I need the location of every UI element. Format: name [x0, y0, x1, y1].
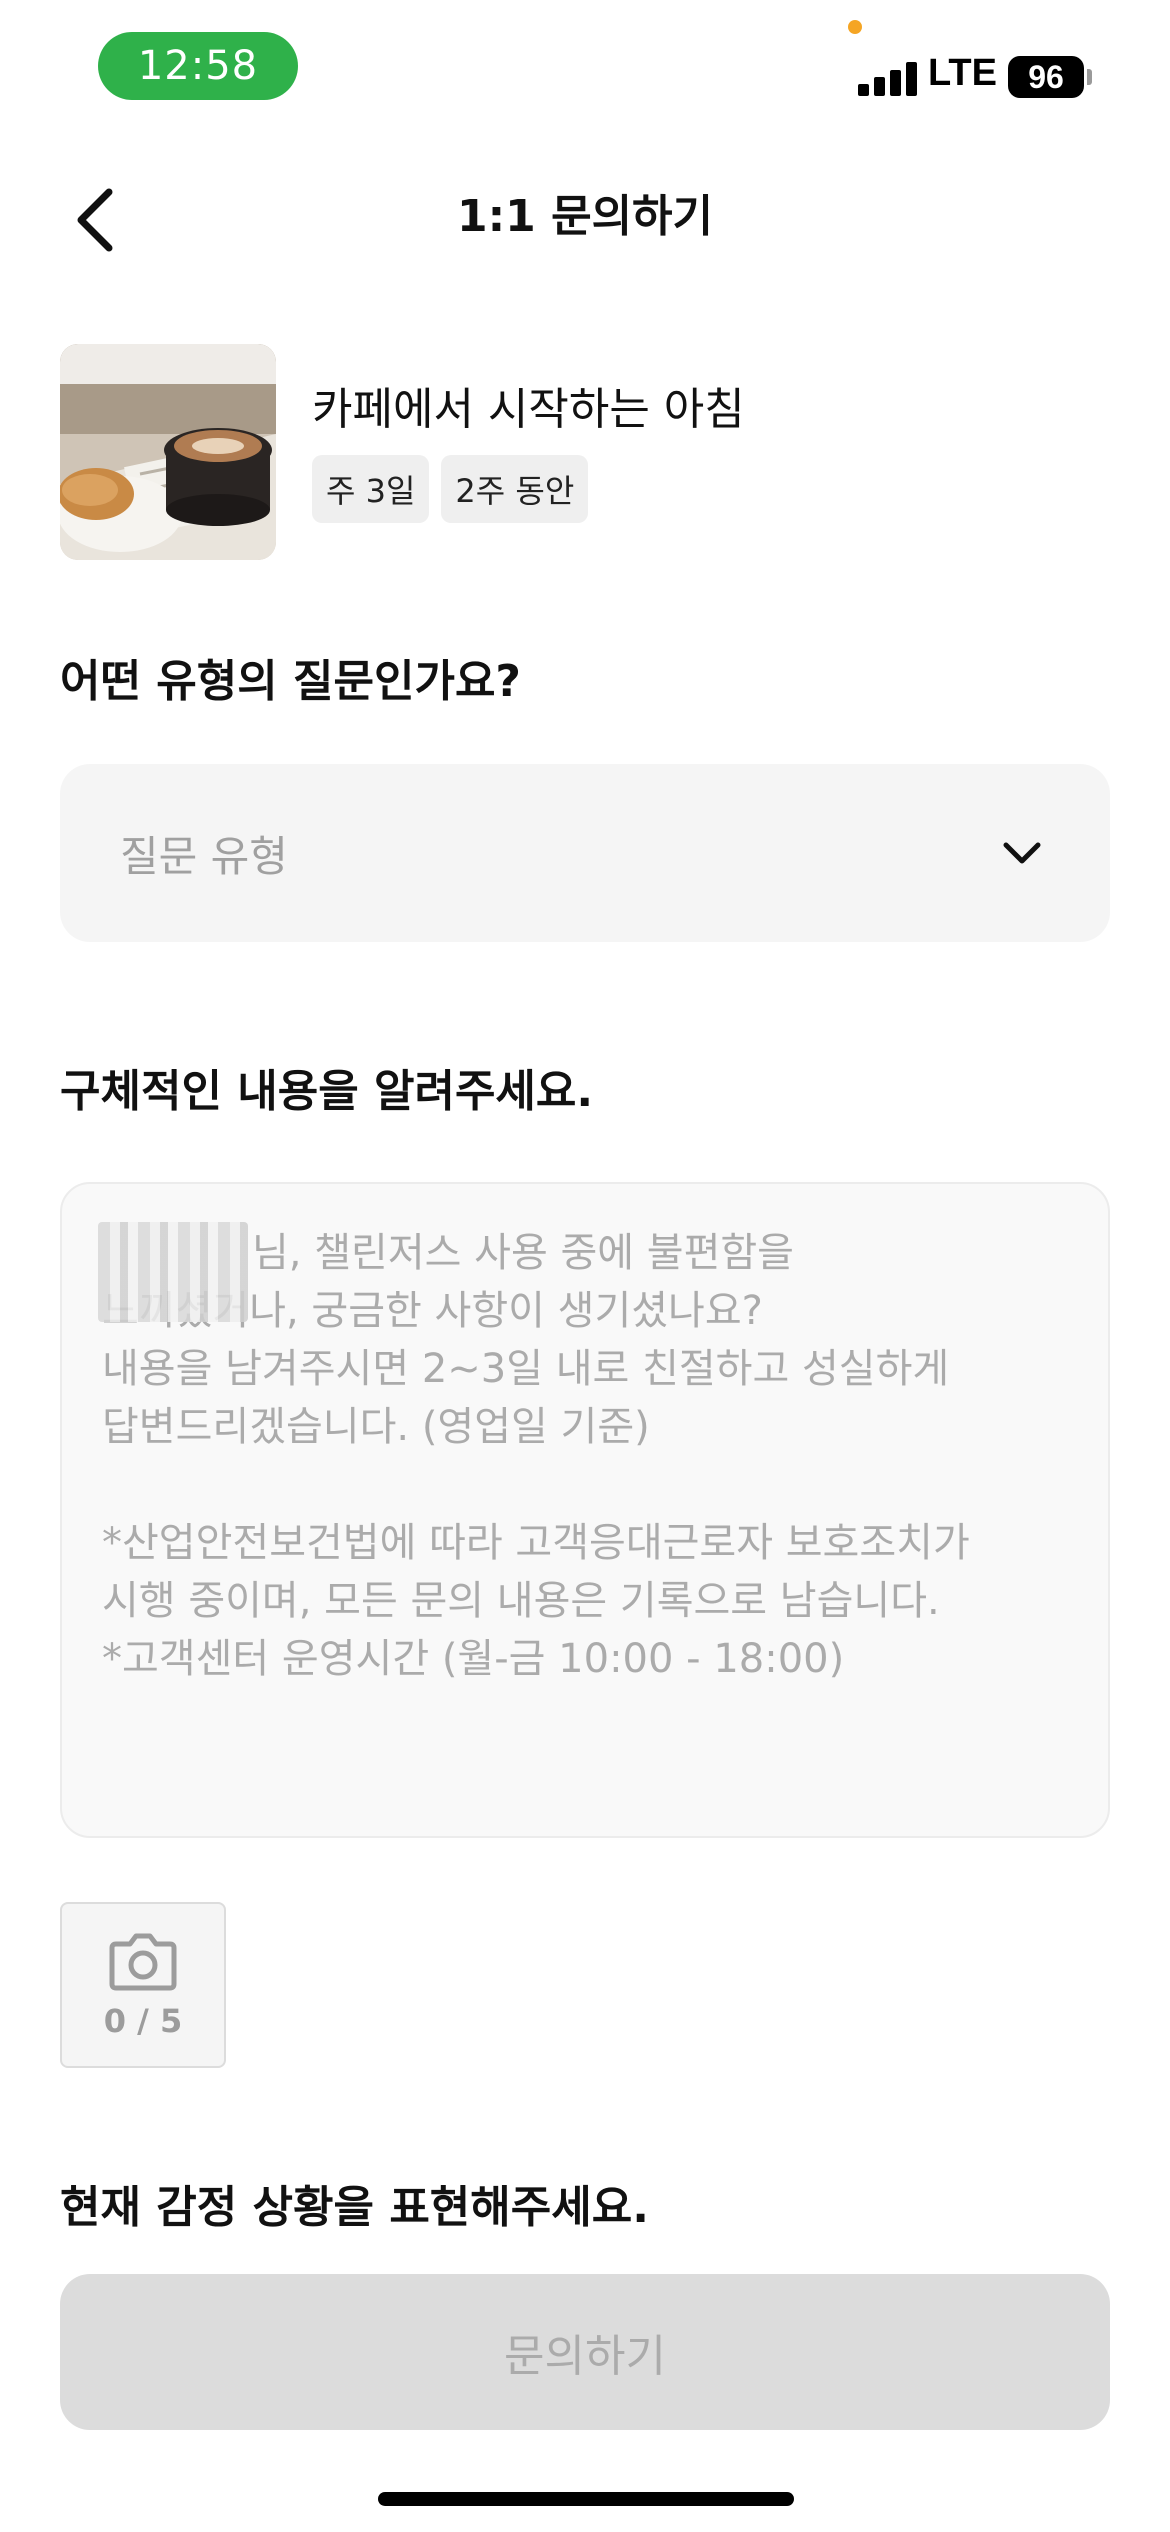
chevron-left-icon — [77, 188, 113, 252]
battery-level: 96 — [1008, 56, 1084, 98]
chevron-down-icon — [1003, 842, 1041, 864]
placeholder-line: 내용을 남겨주시면 2~3일 내로 친절하고 성실하게 — [102, 1346, 950, 1392]
product-thumbnail — [60, 344, 276, 560]
question-type-label: 어떤 유형의 질문인가요? — [60, 656, 521, 707]
emotion-label: 현재 감정 상황을 표현해주세요. — [60, 2182, 649, 2233]
network-type: LTE — [928, 52, 997, 94]
placeholder-line: 시행 중이며, 모든 문의 내용은 기록으로 남습니다. — [102, 1578, 940, 1624]
placeholder-line: *고객센터 운영시간 (월-금 10:00 - 18:00) — [102, 1636, 845, 1682]
back-button[interactable] — [60, 180, 130, 260]
redacted-username — [98, 1222, 248, 1322]
privacy-indicator-dot — [848, 20, 862, 34]
placeholder-blank-line — [102, 1456, 1072, 1514]
product-title: 카페에서 시작하는 아침 — [312, 384, 745, 435]
battery-nub — [1087, 69, 1092, 85]
photo-upload-button[interactable]: 0 / 5 — [60, 1902, 226, 2068]
placeholder-line: *산업안전보건법에 따라 고객응대근로자 보호조치가 — [102, 1520, 970, 1566]
photo-count: 0 / 5 — [103, 2002, 183, 2040]
question-type-select[interactable]: 질문 유형 — [60, 764, 1110, 942]
camera-icon — [109, 1933, 177, 1991]
tag-frequency: 주 3일 — [312, 455, 430, 523]
submit-button[interactable]: 문의하기 — [60, 2274, 1110, 2430]
status-time: 12:58 — [98, 32, 298, 100]
details-label: 구체적인 내용을 알려주세요. — [60, 1066, 594, 1117]
page-title: 1:1 문의하기 — [456, 191, 714, 242]
placeholder-line: 답변드리겠습니다. (영업일 기준) — [102, 1404, 650, 1450]
product-tags: 주 3일 2주 동안 — [312, 455, 589, 523]
tag-duration: 2주 동안 — [441, 455, 589, 523]
question-type-placeholder: 질문 유형 — [120, 831, 288, 881]
home-indicator — [378, 2492, 794, 2506]
cellular-signal-icon — [858, 60, 918, 96]
